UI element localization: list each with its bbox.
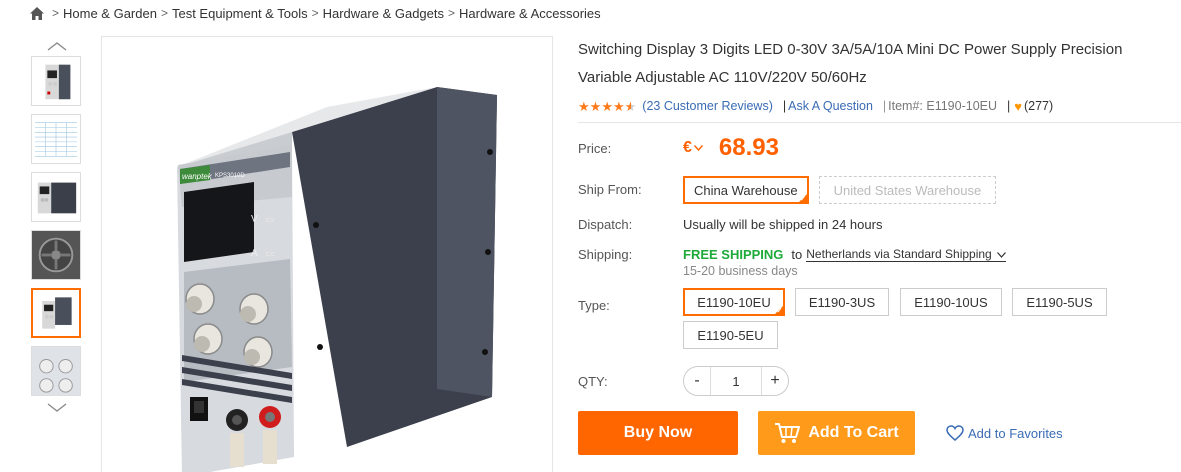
device-model-text: KPS3010D bbox=[215, 173, 245, 179]
shipping-method-selector[interactable]: Netherlands via Standard Shipping bbox=[806, 247, 1007, 262]
type-option[interactable]: E1190-10US bbox=[900, 288, 1002, 316]
star-icon: ★ bbox=[612, 98, 625, 114]
item-number: Item#: E1190-10EU bbox=[888, 99, 998, 113]
star-icon: ★ bbox=[601, 98, 613, 114]
dispatch-row: Dispatch: Usually will be shipped in 24 … bbox=[578, 217, 882, 232]
type-option-label: E1190-3US bbox=[808, 294, 876, 310]
heart-outline-icon bbox=[946, 425, 964, 441]
type-option-label: E1190-5EU bbox=[697, 327, 764, 343]
buy-now-label: Buy Now bbox=[623, 424, 693, 441]
price-row: Price: € 68.93 bbox=[578, 134, 779, 162]
breadcrumb-item[interactable]: Hardware & Gadgets bbox=[323, 6, 444, 21]
device-v-text: V bbox=[251, 214, 258, 225]
add-to-cart-button[interactable]: Add To Cart bbox=[758, 411, 915, 455]
warehouse-label: China Warehouse bbox=[694, 182, 798, 198]
shipping-label: Shipping: bbox=[578, 247, 633, 262]
chevron-down-icon bbox=[997, 252, 1007, 258]
type-option[interactable]: E1190-10EU ✓ bbox=[683, 288, 785, 316]
buy-now-button[interactable]: Buy Now bbox=[578, 411, 738, 455]
add-to-cart-label: Add To Cart bbox=[808, 424, 899, 441]
thumbnail[interactable] bbox=[31, 346, 81, 396]
chevron-up-icon[interactable] bbox=[30, 36, 84, 56]
device-brand-text: wanptek bbox=[182, 172, 213, 181]
cart-icon bbox=[775, 423, 801, 443]
shipping-method-label: Netherlands via Standard Shipping bbox=[806, 247, 992, 261]
warehouse-option-china[interactable]: China Warehouse ✓ bbox=[683, 176, 809, 204]
star-icon: ★ bbox=[578, 98, 590, 114]
price-value: 68.93 bbox=[718, 134, 779, 161]
favorites-count: (277) bbox=[1023, 99, 1054, 113]
product-info: Switching Display 3 Digits LED 0-30V 3A/… bbox=[578, 36, 1181, 455]
thumbnail[interactable] bbox=[31, 56, 81, 106]
dispatch-label: Dispatch: bbox=[578, 217, 633, 232]
device-cc-text: C.C bbox=[266, 252, 275, 258]
shipping-days: 15-20 business days bbox=[683, 264, 798, 278]
main-product-image[interactable]: wanptek KPS3010D V A C.V C.C bbox=[101, 36, 553, 472]
meta-separator: | bbox=[882, 99, 887, 113]
product-meta: ★ ★ ★ ★ ★ (23 Customer Reviews) | Ask A … bbox=[578, 98, 1178, 114]
type-option-label: E1190-10US bbox=[914, 294, 988, 310]
qty-label: QTY: bbox=[578, 373, 608, 389]
price-label: Price: bbox=[578, 140, 612, 156]
type-option-label: E1190-10EU bbox=[697, 294, 771, 310]
thumbnail-strip bbox=[30, 36, 84, 418]
breadcrumb-item[interactable]: Hardware & Accessories bbox=[459, 6, 601, 21]
type-label-row: Type: bbox=[578, 298, 683, 313]
breadcrumb-separator: > bbox=[448, 6, 456, 20]
reviews-link[interactable]: (23 Customer Reviews) bbox=[642, 99, 773, 113]
type-option[interactable]: E1190-3US bbox=[795, 288, 889, 316]
chevron-down-icon[interactable] bbox=[30, 398, 84, 418]
shipping-days-row: 15-20 business days bbox=[683, 264, 798, 278]
chevron-down-icon[interactable] bbox=[693, 143, 703, 154]
thumbnail[interactable] bbox=[31, 114, 81, 164]
qty-row: QTY: - + bbox=[578, 366, 789, 396]
quantity-stepper: - + bbox=[683, 366, 789, 396]
rating-stars: ★ ★ ★ ★ ★ bbox=[578, 100, 636, 113]
warehouse-option-us[interactable]: United States Warehouse bbox=[818, 176, 997, 204]
qty-plus-button[interactable]: + bbox=[762, 372, 788, 390]
dispatch-text: Usually will be shipped in 24 hours bbox=[683, 217, 883, 232]
thumbnail-active[interactable] bbox=[31, 288, 81, 338]
shipping-to-text: to bbox=[791, 247, 803, 262]
breadcrumb-separator: > bbox=[52, 6, 60, 20]
add-to-favorites-link[interactable]: Add to Favorites bbox=[946, 425, 1063, 441]
type-option-label: E1190-5US bbox=[1026, 294, 1093, 310]
meta-separator: | bbox=[1007, 99, 1011, 113]
check-icon: ✓ bbox=[799, 194, 807, 203]
product-title: Switching Display 3 Digits LED 0-30V 3A/… bbox=[578, 41, 1123, 86]
breadcrumb: > Home & Garden > Test Equipment & Tools… bbox=[30, 5, 601, 21]
qty-input[interactable] bbox=[710, 367, 762, 395]
thumbnail[interactable] bbox=[31, 230, 81, 280]
ask-question-link[interactable]: Ask A Question bbox=[788, 99, 873, 113]
warehouse-label: United States Warehouse bbox=[833, 182, 982, 198]
breadcrumb-separator: > bbox=[160, 6, 168, 20]
device-a-text: A bbox=[251, 248, 258, 259]
breadcrumb-item[interactable]: Home & Garden bbox=[63, 6, 157, 21]
type-options: E1190-10EU ✓ E1190-3US E1190-10US E1190-… bbox=[683, 288, 1163, 358]
type-option[interactable]: E1190-5EU bbox=[683, 321, 778, 349]
thumbnail[interactable] bbox=[31, 172, 81, 222]
add-to-favorites-label: Add to Favorites bbox=[968, 425, 1063, 441]
star-half-icon: ★ bbox=[624, 98, 637, 114]
meta-separator: | bbox=[782, 99, 787, 113]
device-cv-text: C.V bbox=[266, 218, 275, 224]
breadcrumb-item[interactable]: Test Equipment & Tools bbox=[172, 6, 308, 21]
breadcrumb-separator: > bbox=[311, 6, 319, 20]
free-shipping-text: FREE SHIPPING bbox=[683, 247, 784, 262]
heart-icon[interactable]: ♥ bbox=[1014, 99, 1022, 114]
ship-from-row: Ship From: China Warehouse ✓ United Stat… bbox=[578, 174, 1006, 204]
ship-from-label: Ship From: bbox=[578, 181, 642, 197]
currency-selector[interactable]: € bbox=[683, 139, 692, 157]
home-icon[interactable] bbox=[30, 6, 44, 20]
divider bbox=[578, 122, 1181, 123]
shipping-row: Shipping: FREE SHIPPING to Netherlands v… bbox=[578, 247, 1007, 262]
type-option[interactable]: E1190-5US bbox=[1012, 288, 1107, 316]
qty-minus-button[interactable]: - bbox=[684, 372, 710, 390]
type-label: Type: bbox=[578, 298, 610, 313]
star-icon: ★ bbox=[589, 98, 602, 114]
check-icon: ✓ bbox=[776, 306, 783, 315]
